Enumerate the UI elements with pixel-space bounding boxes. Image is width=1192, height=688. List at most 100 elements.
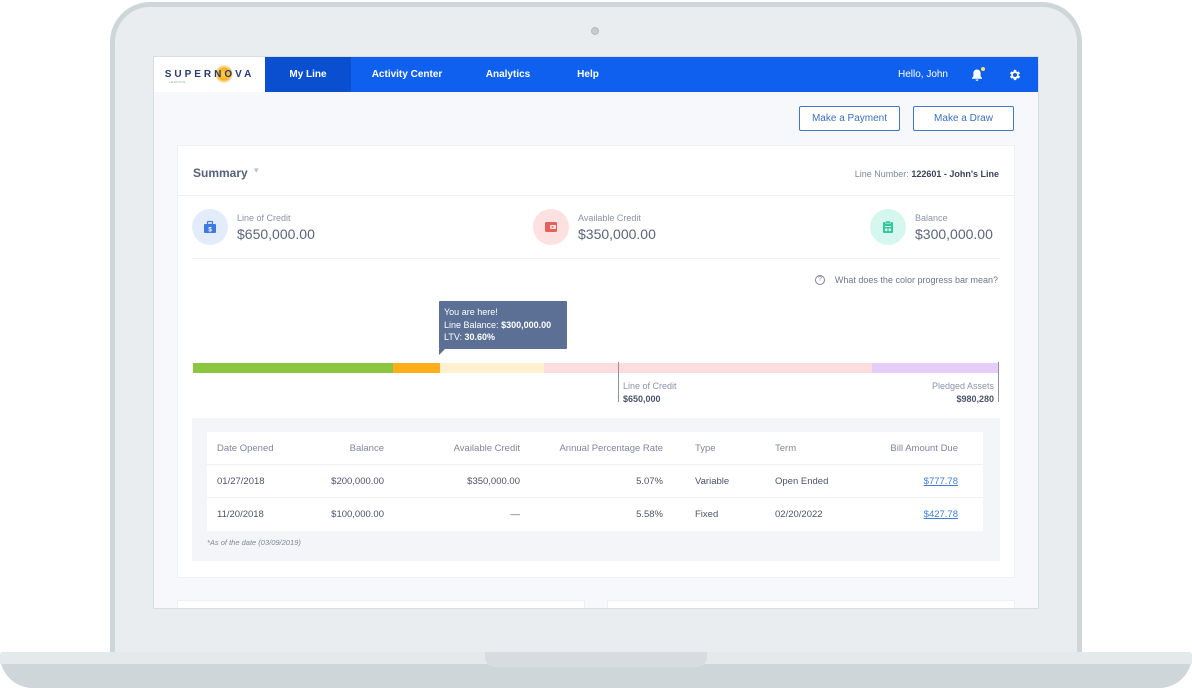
stat-value: $650,000.00 [237,225,315,242]
cell-date-opened: 01/27/2018 [217,475,265,487]
progress-segment-light-yellow [440,363,544,373]
marker-label-text: Pledged Assets [931,381,994,391]
tooltip-ltv-value: 30.60% [464,332,496,342]
line-number: Line Number: 122601 - John's Line [855,169,999,179]
marker-value: $980,280 [956,394,994,404]
cell-bill-amount: $427.78 [851,509,973,520]
cell-balance: $200,000.00 [331,475,384,487]
column-header: Type [695,442,716,454]
pledged-assets-marker-label: Pledged Assets $980,280 [932,380,994,406]
cell-term: 02/20/2022 [775,509,823,520]
cell-type: Fixed [695,509,719,520]
draws-table-container: Date Opened Balance Available Credit Ann… [192,418,1000,561]
table-header-row: Date Opened Balance Available Credit Ann… [207,432,983,465]
top-navbar: SUPERNOVA LENDING My Line Activity Cente… [154,57,1038,92]
column-header: Bill Amount Due [890,442,958,454]
column-header: Annual Percentage Rate [559,442,663,454]
table-footnote: *As of the date (03/09/2019) [207,538,301,547]
column-header: Available Credit [453,442,520,454]
logo-text: SUPERNOVA [164,69,255,80]
progress-bar-help-link[interactable]: ? What does the color progress bar mean? [814,275,998,285]
chevron-down-icon[interactable]: ▾ [254,165,259,176]
nav-item-label: My Line [289,69,327,80]
stat-label: Available Credit [578,212,641,223]
table-row: 01/27/2018 $200,000.00 $350,000.00 5.07%… [207,465,983,498]
laptop-notch [485,652,707,667]
nav-item-analytics[interactable]: Analytics [463,57,553,92]
tooltip-balance-label: Line Balance: [444,319,499,330]
summary-title[interactable]: Summary [193,166,248,180]
lower-card-right [607,600,1015,608]
nav-item-label: Help [577,69,599,80]
table-row: 11/20/2018 $100,000.00 — 5.58% Fixed 02/… [207,498,983,531]
cell-bill-amount: $777.78 [851,476,973,487]
stat-line-of-credit: $ Line of Credit $650,000.00 [192,209,315,245]
marker-value: $650,000 [623,394,661,404]
wallet-icon [533,209,569,245]
nav-item-my-line[interactable]: My Line [265,57,351,92]
app-screen: SUPERNOVA LENDING My Line Activity Cente… [153,56,1039,609]
cell-apr: 5.07% [636,475,663,487]
cell-apr: 5.58% [636,509,663,520]
line-of-credit-marker [618,362,619,402]
lower-card-left [177,600,585,608]
notification-dot [981,66,985,71]
cell-available-credit: $350,000.00 [467,475,520,487]
column-header: Date Opened [217,442,274,454]
nav-item-help[interactable]: Help [553,57,623,92]
tooltip-ltv: LTV: 30.60% [444,331,562,344]
progress-segment-lavender [872,363,999,373]
line-number-label: Line Number: [854,169,909,179]
clipboard-icon [870,209,906,245]
nav-item-label: Activity Center [371,69,443,80]
line-of-credit-marker-label: Line of Credit $650,000 [623,380,677,406]
line-number-value: 122601 - John's Line [911,169,999,179]
draws-table: Date Opened Balance Available Credit Ann… [207,432,983,531]
nav-item-activity-center[interactable]: Activity Center [351,57,463,92]
svg-text:$: $ [208,227,212,234]
column-header: Term [775,442,797,454]
tooltip-line1: You are here! [444,307,498,317]
question-circle-icon: ? [814,275,825,285]
cell-term: Open Ended [775,475,829,487]
progress-segment-orange [393,363,440,373]
summary-card: Summary ▾ Line Number: 122601 - John's L… [177,145,1015,578]
progress-segment-light-pink [544,363,872,373]
stat-available-credit: Available Credit $350,000.00 [533,209,656,245]
cell-available-credit: — [510,509,521,520]
marker-label-text: Line of Credit [623,381,677,391]
gear-icon[interactable] [1008,68,1022,82]
user-greeting[interactable]: Hello, John [898,69,948,80]
camera-icon [591,27,599,35]
make-draw-button[interactable]: Make a Draw [913,106,1014,131]
logo[interactable]: SUPERNOVA LENDING [154,57,265,92]
pledged-assets-marker [998,362,999,402]
progress-segment-green [193,363,393,373]
cell-balance: $100,000.00 [331,509,384,520]
divider [192,258,1000,259]
laptop-base [0,652,1192,688]
nav-item-label: Analytics [485,69,531,80]
nav-right: Hello, John [898,57,1038,92]
cell-date-opened: 11/20/2018 [217,509,264,520]
color-progress-bar [193,363,999,373]
briefcase-dollar-icon: $ [192,209,228,245]
column-header: Balance [349,442,384,454]
stat-label: Line of Credit [237,212,291,223]
logo-subtitle: LENDING [169,80,186,84]
stat-label: Balance [915,212,948,223]
bill-amount-link[interactable]: $777.78 [924,476,958,487]
tooltip-tail [439,349,445,355]
tooltip-ltv-label: LTV: [444,332,463,342]
bill-amount-link[interactable]: $427.78 [924,509,958,520]
tooltip-balance: Line Balance: $300,000.00 [444,319,562,332]
stat-value: $350,000.00 [578,225,656,242]
cell-type: Variable [695,475,730,487]
stat-balance: Balance $300,000.00 [870,209,993,245]
tooltip-balance-value: $300,000.00 [501,319,552,330]
summary-header: Summary ▾ Line Number: 122601 - John's L… [178,146,1014,196]
stat-value: $300,000.00 [915,225,993,242]
bell-icon[interactable] [970,66,985,82]
you-are-here-tooltip: You are here! Line Balance: $300,000.00 … [439,301,567,355]
make-payment-button[interactable]: Make a Payment [799,106,900,131]
